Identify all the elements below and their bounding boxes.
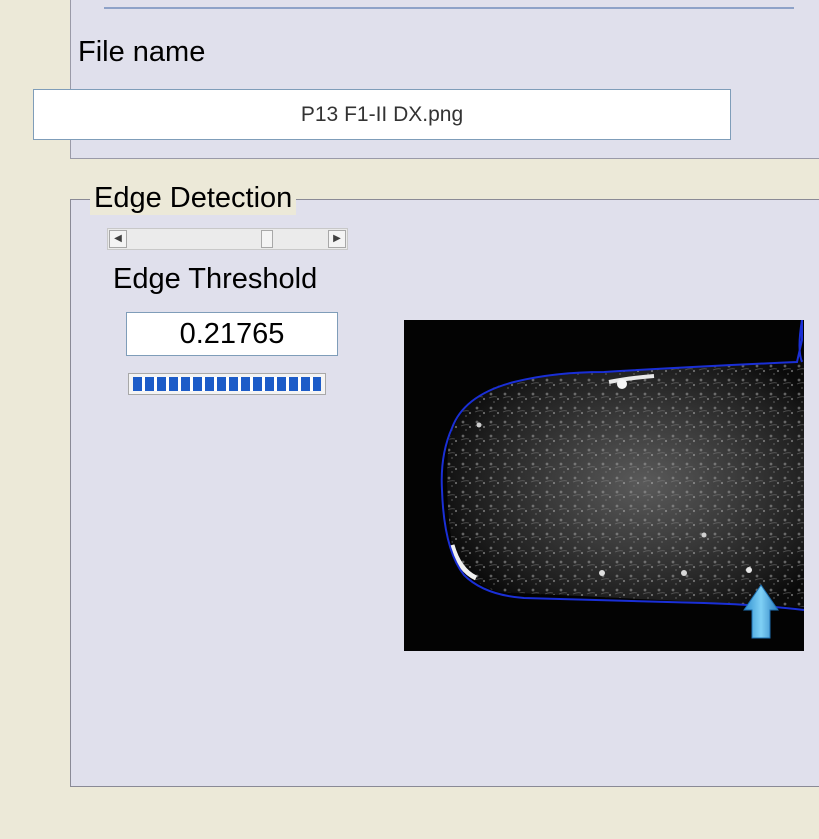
edge-threshold-field[interactable]: 0.21765 [126, 312, 338, 356]
slider-thumb[interactable] [261, 230, 273, 248]
bright-spot [476, 422, 482, 428]
panel-divider [104, 7, 794, 9]
bright-spot [599, 570, 605, 576]
bright-spot [746, 567, 752, 573]
bright-spot [681, 570, 687, 576]
edge-detection-title: Edge Detection [90, 181, 297, 215]
progress-fill [133, 377, 321, 391]
file-name-label: File name [78, 36, 206, 68]
scan-image-view [404, 320, 804, 651]
bright-spot [617, 379, 627, 389]
edge-threshold-slider[interactable]: ◀ ▶ [107, 228, 348, 250]
breast-scan-image [404, 320, 804, 651]
arrow-right-icon[interactable]: ▶ [328, 230, 346, 248]
edge-threshold-label: Edge Threshold [113, 263, 318, 295]
progress-bar [128, 373, 326, 395]
arrow-left-icon[interactable]: ◀ [109, 230, 127, 248]
bright-spot [701, 532, 707, 538]
file-name-field[interactable]: P13 F1-II DX.png [33, 89, 731, 140]
